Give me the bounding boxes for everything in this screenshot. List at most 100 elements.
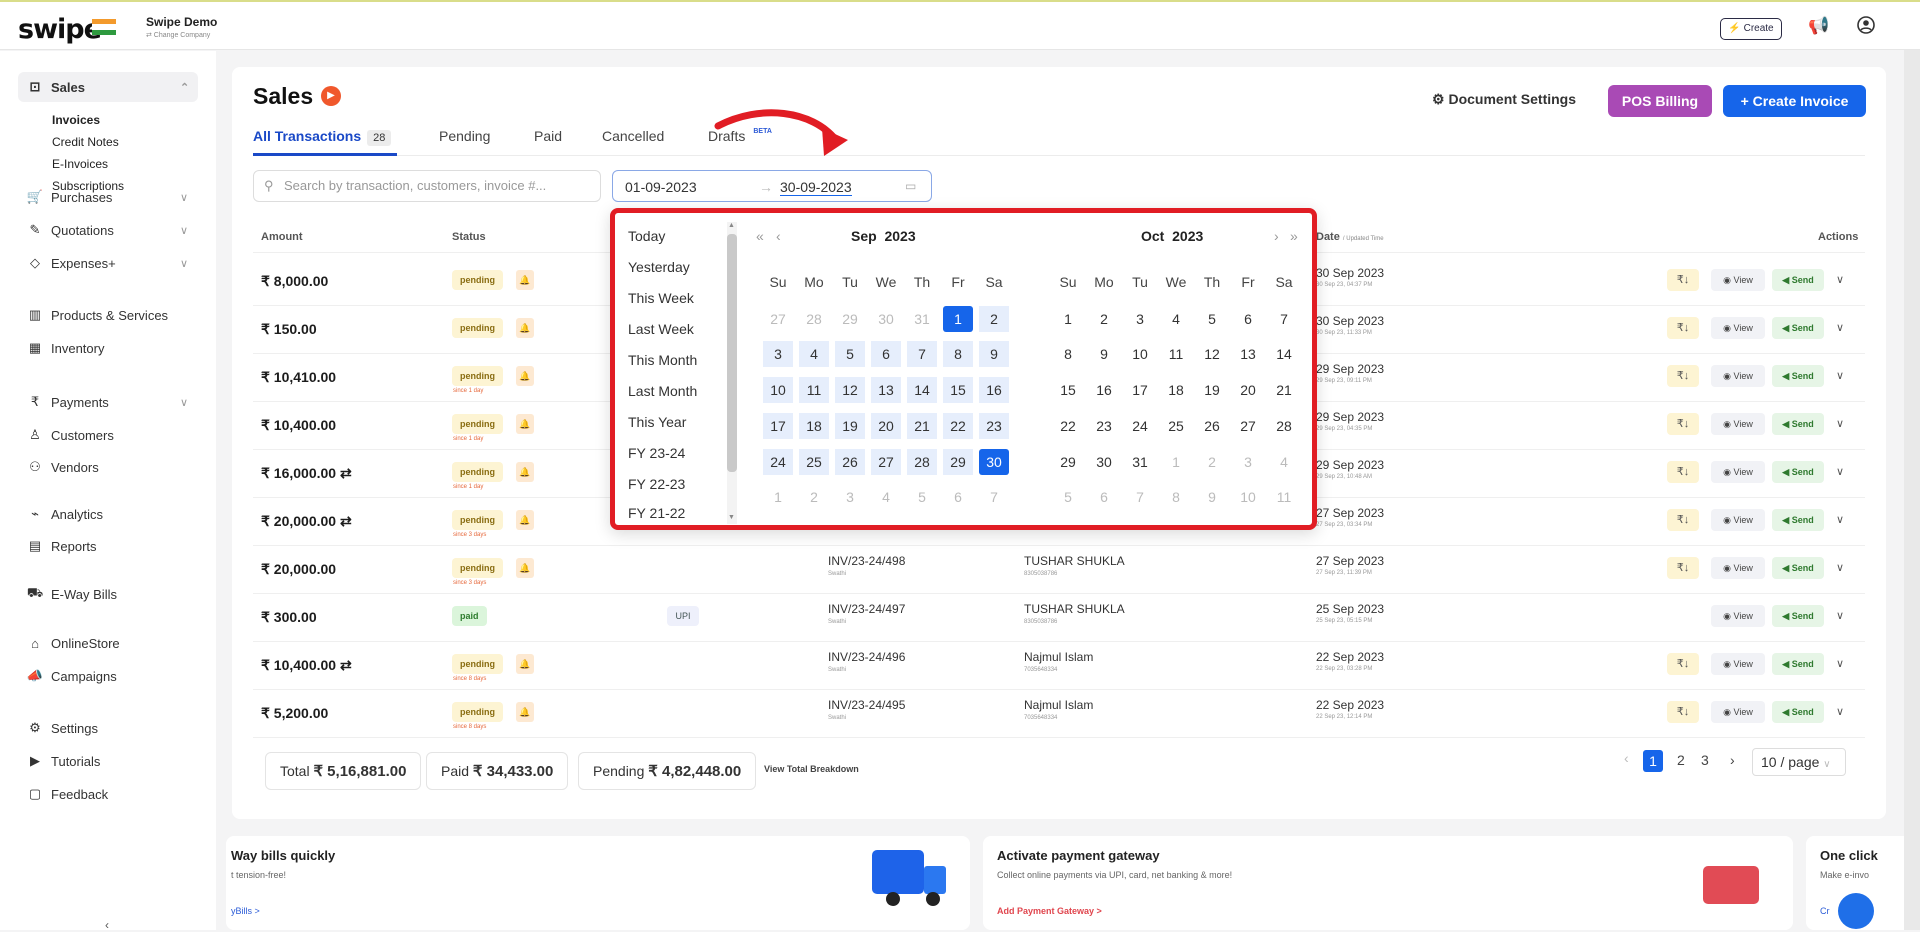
record-payment-button[interactable]: ₹↓: [1667, 317, 1699, 339]
calendar-day[interactable]: 23: [979, 413, 1009, 439]
tab-drafts[interactable]: Drafts BETA: [708, 128, 772, 144]
document-settings-button[interactable]: ⚙ Document Settings: [1432, 91, 1576, 108]
calendar-day[interactable]: 15: [1053, 377, 1083, 403]
view-button[interactable]: ◉ View: [1711, 557, 1765, 579]
calendar-day[interactable]: 1: [943, 306, 973, 332]
page-3-button[interactable]: 3: [1701, 752, 1709, 768]
more-actions-chevron-icon[interactable]: ∨: [1836, 369, 1844, 382]
invoice-number[interactable]: INV/23-24/497 Swathi: [828, 602, 905, 625]
page-scrollbar[interactable]: [1904, 50, 1920, 930]
send-button[interactable]: ◀ Send: [1772, 461, 1824, 483]
view-button[interactable]: ◉ View: [1711, 269, 1765, 291]
calendar-day[interactable]: 23: [1089, 413, 1119, 439]
tab-pending[interactable]: Pending: [439, 128, 490, 144]
calendar-day[interactable]: 5: [1197, 306, 1227, 332]
calendar-day[interactable]: 6: [871, 341, 901, 367]
preset-today[interactable]: Today: [628, 228, 665, 244]
preset-last-week[interactable]: Last Week: [628, 321, 694, 337]
calendar-day[interactable]: 2: [799, 484, 829, 510]
more-actions-chevron-icon[interactable]: ∨: [1836, 273, 1844, 286]
calendar-day[interactable]: 13: [871, 377, 901, 403]
reminder-bell-icon[interactable]: 🔔: [516, 318, 534, 338]
calendar-day[interactable]: 31: [907, 306, 937, 332]
invoice-number[interactable]: INV/23-24/495 Swathi: [828, 698, 905, 721]
calendar-day[interactable]: 22: [943, 413, 973, 439]
calendar-day[interactable]: 30: [1089, 449, 1119, 475]
calendar-day[interactable]: 12: [1197, 341, 1227, 367]
left-month-label[interactable]: Sep: [851, 228, 877, 244]
more-actions-chevron-icon[interactable]: ∨: [1836, 561, 1844, 574]
reminder-bell-icon[interactable]: 🔔: [516, 702, 534, 722]
send-button[interactable]: ◀ Send: [1772, 317, 1824, 339]
promo-link[interactable]: yBills >: [231, 906, 260, 916]
calendar-day[interactable]: 28: [1269, 413, 1299, 439]
calendar-day[interactable]: 3: [1233, 449, 1263, 475]
calendar-day[interactable]: 4: [871, 484, 901, 510]
sidebar-item-sales[interactable]: ⊡ Sales ⌃: [25, 77, 190, 97]
more-actions-chevron-icon[interactable]: ∨: [1836, 321, 1844, 334]
calendar-icon[interactable]: ▭: [905, 179, 916, 193]
calendar-day[interactable]: 4: [799, 341, 829, 367]
reminder-bell-icon[interactable]: 🔔: [516, 558, 534, 578]
sidebar-item-inventory[interactable]: ▦ Inventory: [25, 338, 105, 358]
calendar-day[interactable]: 11: [1161, 341, 1191, 367]
presets-scroll-thumb[interactable]: [727, 234, 737, 472]
calendar-day[interactable]: 25: [1161, 413, 1191, 439]
calendar-day[interactable]: 28: [799, 306, 829, 332]
tab-paid[interactable]: Paid: [534, 128, 562, 144]
calendar-day[interactable]: 27: [871, 449, 901, 475]
view-button[interactable]: ◉ View: [1711, 605, 1765, 627]
calendar-day[interactable]: 15: [943, 377, 973, 403]
calendar-day[interactable]: 19: [835, 413, 865, 439]
next-month-icon[interactable]: ›: [1274, 228, 1279, 244]
sidebar-item-purchases[interactable]: 🛒 Purchases ∨: [25, 187, 188, 207]
calendar-day[interactable]: 10: [1125, 341, 1155, 367]
scroll-up-icon[interactable]: ▲: [728, 222, 735, 229]
reminder-bell-icon[interactable]: 🔔: [516, 366, 534, 386]
more-actions-chevron-icon[interactable]: ∨: [1836, 609, 1844, 622]
right-month-label[interactable]: Oct: [1141, 228, 1164, 244]
invoice-number[interactable]: INV/23-24/498 Swathi: [828, 554, 905, 577]
promo-link[interactable]: Add Payment Gateway >: [997, 906, 1102, 916]
view-button[interactable]: ◉ View: [1711, 509, 1765, 531]
sidebar-sub-credit-notes[interactable]: Credit Notes: [52, 135, 119, 149]
record-payment-button[interactable]: ₹↓: [1667, 557, 1699, 579]
calendar-day[interactable]: 2: [979, 306, 1009, 332]
page-2-button[interactable]: 2: [1677, 752, 1685, 768]
customer-cell[interactable]: Najmul Islam 7035648334: [1024, 650, 1093, 673]
next-page-icon[interactable]: ›: [1730, 752, 1735, 768]
reminder-bell-icon[interactable]: 🔔: [516, 510, 534, 530]
calendar-day[interactable]: 16: [1089, 377, 1119, 403]
preset-fy-22-23[interactable]: FY 22-23: [628, 476, 685, 492]
view-button[interactable]: ◉ View: [1711, 653, 1765, 675]
calendar-day[interactable]: 29: [943, 449, 973, 475]
calendar-day[interactable]: 13: [1233, 341, 1263, 367]
invoice-number[interactable]: INV/23-24/496 Swathi: [828, 650, 905, 673]
sidebar-item-e-way-bills[interactable]: ⛟ E-Way Bills: [25, 584, 117, 604]
range-start-input[interactable]: 01-09-2023: [625, 179, 697, 195]
sidebar-item-settings[interactable]: ⚙ Settings: [25, 718, 98, 738]
calendar-day[interactable]: 6: [943, 484, 973, 510]
send-button[interactable]: ◀ Send: [1772, 413, 1824, 435]
prev-month-icon[interactable]: ‹: [776, 228, 781, 244]
sidebar-item-payments[interactable]: ₹ Payments ∨: [25, 392, 188, 412]
calendar-day[interactable]: 30: [871, 306, 901, 332]
calendar-day[interactable]: 10: [763, 377, 793, 403]
calendar-day[interactable]: 1: [763, 484, 793, 510]
sidebar-item-reports[interactable]: ▤ Reports: [25, 536, 97, 556]
sidebar-item-quotations[interactable]: ✎ Quotations ∨: [25, 220, 189, 240]
send-button[interactable]: ◀ Send: [1772, 557, 1824, 579]
megaphone-icon[interactable]: 📢: [1808, 16, 1829, 36]
calendar-day[interactable]: 9: [1197, 484, 1227, 510]
preset-this-month[interactable]: This Month: [628, 352, 697, 368]
customer-cell[interactable]: Najmul Islam 7035648334: [1024, 698, 1093, 721]
sidebar-item-expenses-[interactable]: ◇ Expenses+ ∨: [25, 253, 188, 273]
sidebar-item-vendors[interactable]: ⚇ Vendors: [25, 457, 99, 477]
tab-all-transactions[interactable]: All Transactions 28: [253, 128, 392, 146]
calendar-day[interactable]: 9: [979, 341, 1009, 367]
right-year-label[interactable]: 2023: [1172, 228, 1203, 244]
date-range-picker[interactable]: 01-09-2023 → 30-09-2023 ▭: [612, 170, 932, 202]
calendar-day[interactable]: 7: [979, 484, 1009, 510]
calendar-day[interactable]: 8: [1053, 341, 1083, 367]
calendar-day[interactable]: 27: [1233, 413, 1263, 439]
